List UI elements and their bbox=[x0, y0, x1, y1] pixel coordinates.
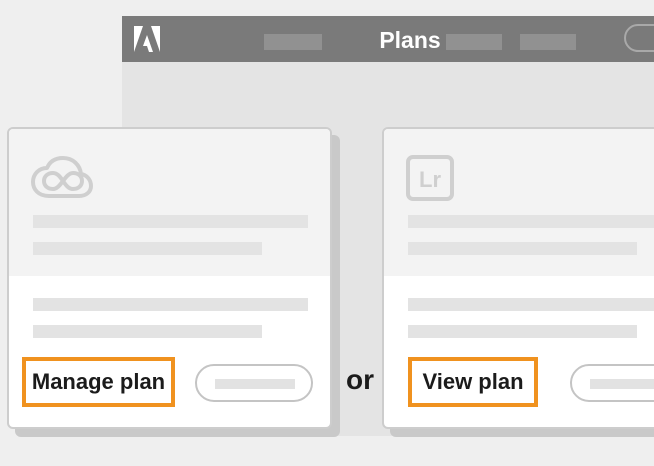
placeholder-line bbox=[33, 325, 262, 338]
titlebar-placeholder-bar bbox=[264, 34, 322, 50]
titlebar-placeholder-bar bbox=[446, 34, 502, 50]
placeholder-line bbox=[408, 298, 654, 311]
pill-placeholder bbox=[590, 379, 654, 389]
view-plan-button[interactable]: View plan bbox=[408, 357, 538, 407]
titlebar-account-pill[interactable] bbox=[624, 24, 654, 52]
pill-placeholder bbox=[215, 379, 295, 389]
plan-card-lightroom: Lr View plan bbox=[382, 127, 654, 429]
secondary-pill-button[interactable] bbox=[195, 364, 313, 402]
secondary-pill-button[interactable] bbox=[570, 364, 654, 402]
illustration-stage: Plans Manage plan or Lr View plan bbox=[0, 0, 654, 466]
placeholder-line bbox=[33, 298, 308, 311]
window-titlebar: Plans bbox=[122, 16, 654, 62]
titlebar-placeholder-bar bbox=[520, 34, 576, 50]
placeholder-line bbox=[408, 242, 637, 255]
placeholder-line bbox=[33, 215, 308, 228]
placeholder-line bbox=[408, 215, 654, 228]
creative-cloud-icon bbox=[31, 156, 93, 198]
placeholder-line bbox=[33, 242, 262, 255]
lightroom-icon-text: Lr bbox=[419, 167, 441, 192]
lightroom-icon: Lr bbox=[406, 155, 454, 201]
or-separator: or bbox=[346, 364, 374, 395]
manage-plan-button[interactable]: Manage plan bbox=[22, 357, 175, 407]
plan-card-creative-cloud: Manage plan bbox=[7, 127, 332, 429]
adobe-logo-icon bbox=[134, 26, 160, 52]
placeholder-line bbox=[408, 325, 637, 338]
